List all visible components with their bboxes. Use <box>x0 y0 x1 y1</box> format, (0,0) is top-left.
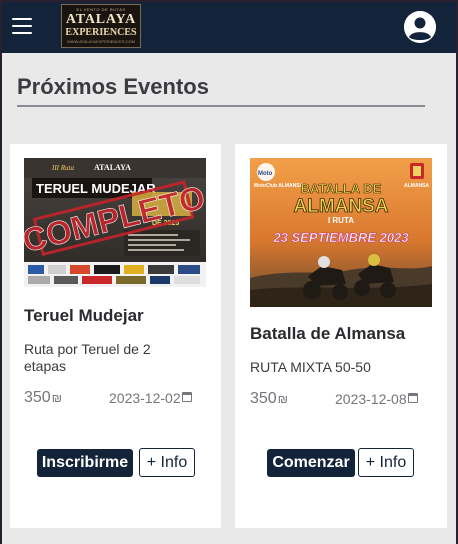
event-price: 350 ₪ <box>24 389 62 407</box>
price-value: 350 <box>250 390 277 407</box>
svg-text:Moto: Moto <box>258 171 273 177</box>
title-divider <box>17 105 425 107</box>
svg-text:III Ruta: III Ruta <box>51 164 74 172</box>
more-info-button[interactable]: + Info <box>358 448 414 477</box>
logo-url: WWW.ATALAYAEXPERIENCES.COM <box>67 39 135 44</box>
svg-text:23 SEPTIEMBRE 2023: 23 SEPTIEMBRE 2023 <box>272 230 409 245</box>
event-date: 2023-12-02 <box>109 390 192 406</box>
date-value: 2023-12-02 <box>109 390 181 406</box>
date-value: 2023-12-08 <box>335 391 407 407</box>
logo-tagline: EL VENTO DE RUTAS <box>76 7 126 12</box>
top-app-bar: EL VENTO DE RUTAS ATALAYA EXPERIENCES WW… <box>2 2 456 53</box>
event-card-teruel-mudejar: III Ruta ATALAYA TERUEL MUDEJAR DE 2023 <box>10 144 221 528</box>
start-button[interactable]: Comenzar <box>267 449 355 477</box>
logo-wordmark-experiences: EXPERIENCES <box>62 27 140 39</box>
currency-icon: ₪ <box>277 392 288 406</box>
event-poster-image[interactable]: III Ruta ATALAYA TERUEL MUDEJAR DE 2023 <box>24 158 206 287</box>
event-price: 350 ₪ <box>250 390 288 408</box>
svg-text:ALMANSA: ALMANSA <box>294 196 389 217</box>
svg-text:ALMANSA: ALMANSA <box>404 183 429 189</box>
event-title: Teruel Mudejar <box>24 306 144 325</box>
atalaya-experiences-logo[interactable]: EL VENTO DE RUTAS ATALAYA EXPERIENCES WW… <box>61 4 141 48</box>
svg-text:I RUTA: I RUTA <box>328 216 354 225</box>
more-info-button[interactable]: + Info <box>139 448 195 477</box>
app-frame: EL VENTO DE RUTAS ATALAYA EXPERIENCES WW… <box>2 2 456 544</box>
event-card-batalla-de-almansa: Moto MotoClub ALMANSA ALMANSA BATALLA DE… <box>235 144 447 528</box>
svg-text:BATALLA DE: BATALLA DE <box>301 181 382 196</box>
event-description: Ruta por Teruel de 2 etapas <box>24 341 151 374</box>
logo-wordmark-atalaya: ATALAYA <box>65 12 137 27</box>
currency-icon: ₪ <box>51 391 62 405</box>
hamburger-menu-icon[interactable] <box>12 18 32 34</box>
page-title: Próximos Eventos <box>17 74 209 99</box>
price-value: 350 <box>24 389 51 406</box>
register-button[interactable]: Inscribirme <box>37 449 133 477</box>
svg-text:MotoClub ALMANSA: MotoClub ALMANSA <box>254 183 304 189</box>
event-poster-image[interactable]: Moto MotoClub ALMANSA ALMANSA BATALLA DE… <box>250 158 432 307</box>
calendar-icon <box>181 392 192 402</box>
svg-text:ATALAYA: ATALAYA <box>94 163 131 172</box>
event-title: Batalla de Almansa <box>250 324 406 343</box>
calendar-icon <box>407 393 418 403</box>
event-date: 2023-12-08 <box>335 391 418 407</box>
account-circle-icon[interactable] <box>404 11 436 43</box>
event-description: RUTA MIXTA 50-50 <box>250 359 371 375</box>
